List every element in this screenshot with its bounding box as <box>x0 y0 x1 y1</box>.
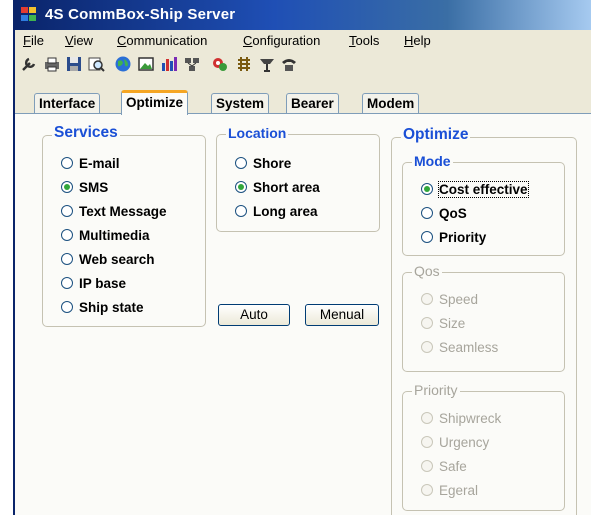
tab-modem[interactable]: Modem <box>362 93 420 114</box>
radio-multimedia[interactable]: Multimedia <box>61 225 150 245</box>
radio-ip-base[interactable]: IP base <box>61 273 126 293</box>
tab-bearer[interactable]: Bearer <box>286 93 339 114</box>
menu-view[interactable]: View <box>65 33 93 48</box>
app-window: 4S CommBox-Ship Server File View Communi… <box>13 0 591 515</box>
radio-circle[interactable] <box>61 277 73 289</box>
radio-shipwreck: Shipwreck <box>421 408 501 428</box>
save-icon[interactable] <box>65 55 83 73</box>
chart-icon[interactable] <box>160 55 178 73</box>
app-icon <box>21 7 38 23</box>
qos-legend: Qos <box>412 263 442 279</box>
radio-circle <box>421 484 433 496</box>
radio-short-area[interactable]: Short area <box>235 177 320 197</box>
radio-circle[interactable] <box>235 181 247 193</box>
services-group: Services E-mail SMS Text Message Multime… <box>42 124 206 327</box>
radio-circle[interactable] <box>61 205 73 217</box>
window-title: 4S CommBox-Ship Server <box>45 6 236 23</box>
radio-safe: Safe <box>421 456 467 476</box>
radio-circle <box>421 460 433 472</box>
radio-size: Size <box>421 313 465 333</box>
radio-circle[interactable] <box>235 205 247 217</box>
toolbar <box>15 52 591 76</box>
radio-sms[interactable]: SMS <box>61 177 108 197</box>
optimize-group: Optimize Mode Cost effective QoS Priorit… <box>391 126 577 515</box>
radio-priority[interactable]: Priority <box>421 227 486 247</box>
radio-seamless: Seamless <box>421 337 498 357</box>
optimize-panel: Services E-mail SMS Text Message Multime… <box>15 113 591 515</box>
radio-circle[interactable] <box>235 157 247 169</box>
radio-circle[interactable] <box>61 301 73 313</box>
radio-ship-state[interactable]: Ship state <box>61 297 144 317</box>
radio-web-search[interactable]: Web search <box>61 249 155 269</box>
priority-legend: Priority <box>412 382 460 398</box>
radio-circle[interactable] <box>61 157 73 169</box>
grid-icon[interactable] <box>235 55 253 73</box>
menu-help[interactable]: Help <box>404 33 431 48</box>
radio-cost-effective[interactable]: Cost effective <box>421 179 529 199</box>
radio-circle[interactable] <box>421 183 433 195</box>
tab-interface[interactable]: Interface <box>34 93 101 114</box>
radio-circle[interactable] <box>421 207 433 219</box>
radio-circle[interactable] <box>61 253 73 265</box>
auto-button[interactable]: Auto <box>218 304 290 326</box>
image-icon[interactable] <box>137 55 155 73</box>
radio-long-area[interactable]: Long area <box>235 201 318 221</box>
radio-circle[interactable] <box>61 181 73 193</box>
manual-button[interactable]: Menual <box>305 304 379 326</box>
radio-qos[interactable]: QoS <box>421 203 467 223</box>
antenna-icon[interactable] <box>258 55 276 73</box>
radio-speed: Speed <box>421 289 478 309</box>
menu-tools[interactable]: Tools <box>349 33 379 48</box>
wrench-icon[interactable] <box>20 55 38 73</box>
location-legend: Location <box>226 125 289 141</box>
radio-urgency: Urgency <box>421 432 489 452</box>
menu-configuration[interactable]: Configuration <box>243 33 320 48</box>
tab-strip: Interface Optimize System Bearer Modem <box>15 90 591 115</box>
radio-circle <box>421 341 433 353</box>
radio-text-message[interactable]: Text Message <box>61 201 167 221</box>
radio-circle[interactable] <box>421 231 433 243</box>
radio-email[interactable]: E-mail <box>61 153 120 173</box>
radio-shore[interactable]: Shore <box>235 153 291 173</box>
mode-legend: Mode <box>412 153 453 169</box>
location-group: Location Shore Short area Long area <box>216 125 380 232</box>
print-icon[interactable] <box>43 55 61 73</box>
radio-circle <box>421 412 433 424</box>
title-bar[interactable]: 4S CommBox-Ship Server <box>15 0 591 30</box>
phone-icon[interactable] <box>280 55 298 73</box>
menu-bar: File View Communication Configuration To… <box>15 32 591 52</box>
menu-file[interactable]: File <box>23 33 44 48</box>
search-icon[interactable] <box>87 55 105 73</box>
tab-optimize[interactable]: Optimize <box>121 90 189 115</box>
radio-circle <box>421 293 433 305</box>
gears-icon[interactable] <box>211 55 229 73</box>
mode-group: Mode Cost effective QoS Priority <box>402 153 565 256</box>
menu-communication[interactable]: Communication <box>117 33 207 48</box>
globe-icon[interactable] <box>114 55 132 73</box>
services-legend: Services <box>52 124 120 142</box>
radio-circle <box>421 436 433 448</box>
optimize-legend: Optimize <box>401 126 471 144</box>
qos-group: Qos Speed Size Seamless <box>402 263 565 372</box>
tab-system[interactable]: System <box>211 93 270 114</box>
radio-circle[interactable] <box>61 229 73 241</box>
radio-circle <box>421 317 433 329</box>
network-icon[interactable] <box>183 55 201 73</box>
radio-egeral: Egeral <box>421 480 478 500</box>
priority-group: Priority Shipwreck Urgency Safe Egeral <box>402 382 565 511</box>
